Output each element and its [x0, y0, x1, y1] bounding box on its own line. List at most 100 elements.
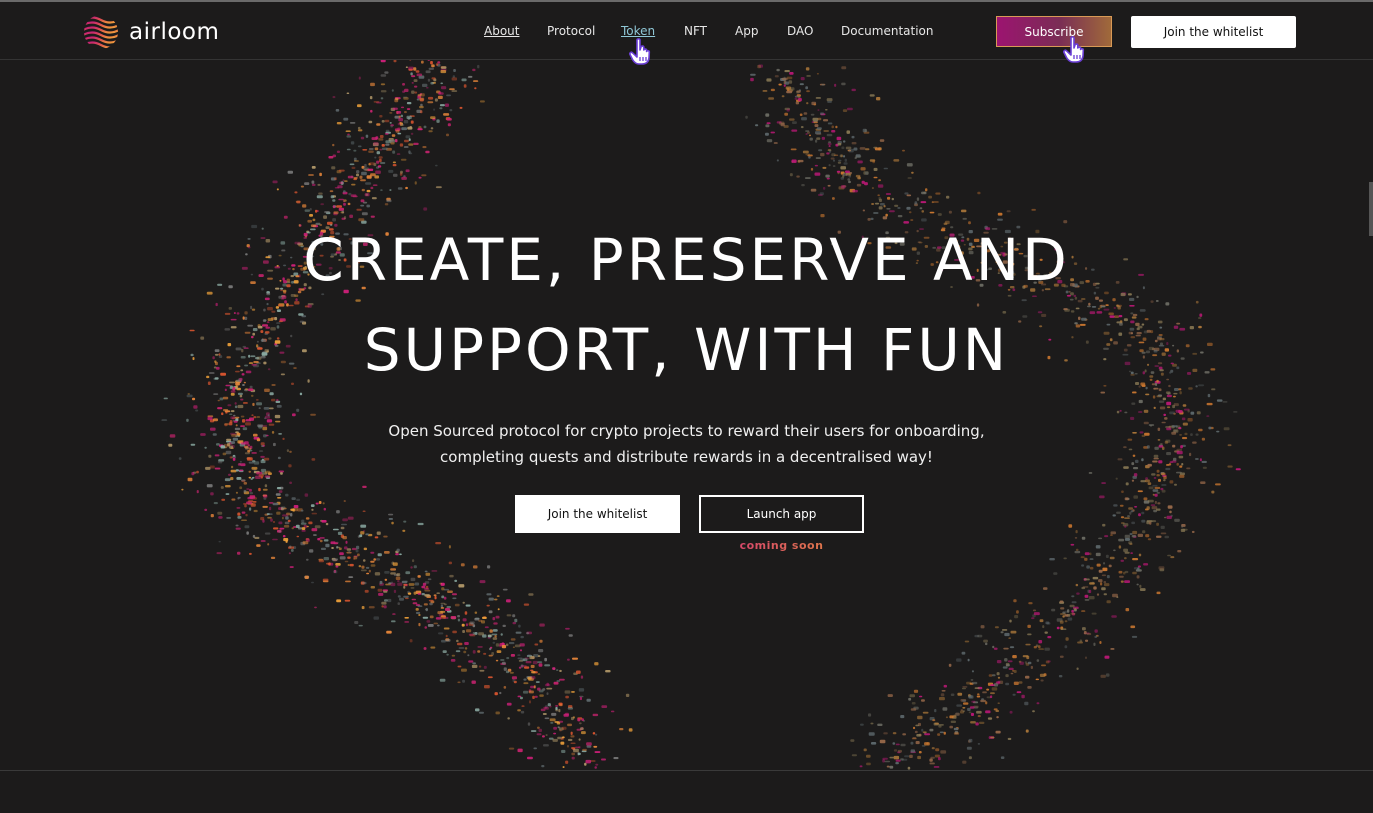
background-particle — [433, 622, 438, 625]
background-particle — [355, 299, 361, 302]
background-particle — [1163, 475, 1167, 480]
background-particle — [1131, 535, 1137, 538]
background-particle — [393, 589, 397, 593]
background-particle — [417, 605, 423, 607]
launch-app-button[interactable]: Launch app — [699, 495, 864, 533]
background-particle — [296, 408, 300, 412]
background-particle — [415, 608, 419, 611]
background-particle — [1150, 504, 1156, 507]
background-particle — [765, 113, 770, 117]
background-particle — [484, 685, 490, 689]
header-join-whitelist-button[interactable]: Join the whitelist — [1131, 16, 1296, 48]
background-particle — [1085, 656, 1087, 659]
background-particle — [1141, 384, 1146, 387]
nav-documentation[interactable]: Documentation — [841, 24, 934, 38]
nav-app[interactable]: App — [735, 24, 758, 38]
background-particle — [505, 670, 510, 674]
background-particle — [320, 203, 324, 206]
background-particle — [928, 195, 932, 199]
background-particle — [243, 482, 247, 485]
background-particle — [1170, 556, 1175, 559]
background-particle — [404, 139, 409, 143]
background-particle — [1094, 635, 1098, 638]
background-particle — [307, 304, 312, 308]
background-particle — [413, 67, 417, 71]
background-particle — [1095, 552, 1101, 557]
logo[interactable]: airloom — [83, 14, 219, 50]
background-particle — [1116, 304, 1122, 307]
nav-nft[interactable]: NFT — [684, 24, 707, 38]
background-particle — [573, 748, 579, 753]
background-particle — [1096, 311, 1103, 314]
background-particle — [290, 513, 293, 517]
background-particle — [388, 518, 393, 520]
background-particle — [323, 507, 326, 511]
background-particle — [240, 398, 244, 401]
background-particle — [577, 752, 581, 755]
background-particle — [358, 624, 363, 627]
background-particle — [843, 140, 846, 143]
background-particle — [997, 212, 1003, 216]
subscribe-button[interactable]: Subscribe — [996, 16, 1112, 47]
background-particle — [381, 605, 384, 608]
background-particle — [1158, 478, 1161, 482]
background-particle — [396, 573, 401, 577]
background-particle — [846, 130, 850, 134]
background-particle — [478, 632, 484, 636]
background-particle — [396, 111, 401, 115]
background-particle — [556, 669, 559, 671]
background-particle — [544, 717, 550, 720]
background-particle — [268, 513, 273, 515]
background-particle — [1166, 401, 1172, 406]
background-particle — [283, 215, 288, 219]
background-particle — [962, 707, 966, 709]
background-particle — [276, 309, 281, 312]
background-particle — [1089, 311, 1096, 315]
background-particle — [397, 595, 401, 598]
hero-join-whitelist-button[interactable]: Join the whitelist — [515, 495, 680, 533]
background-particle — [910, 219, 914, 221]
background-particle — [873, 167, 878, 171]
background-particle — [1007, 660, 1013, 663]
background-particle — [1049, 558, 1055, 561]
background-particle — [995, 730, 1001, 734]
background-particle — [400, 158, 407, 161]
background-particle — [362, 149, 368, 151]
background-particle — [1156, 591, 1161, 595]
background-particle — [458, 584, 465, 588]
background-particle — [937, 213, 942, 216]
background-particle — [1014, 615, 1019, 619]
background-particle — [544, 657, 547, 662]
background-particle — [1130, 552, 1133, 554]
background-particle — [336, 510, 340, 514]
nav-dao[interactable]: DAO — [787, 24, 813, 38]
background-particle — [482, 616, 487, 619]
background-particle — [473, 80, 479, 82]
background-particle — [1004, 658, 1008, 662]
background-particle — [289, 481, 292, 484]
background-particle — [1082, 586, 1089, 588]
background-particle — [1136, 575, 1140, 579]
background-particle — [264, 532, 271, 535]
background-particle — [474, 632, 478, 635]
background-particle — [962, 699, 966, 702]
background-particle — [1131, 402, 1136, 405]
background-particle — [446, 118, 452, 121]
background-particle — [380, 83, 386, 86]
background-particle — [1032, 609, 1037, 612]
background-particle — [870, 722, 874, 725]
scrollbar-handle[interactable] — [1369, 182, 1373, 236]
background-particle — [325, 522, 329, 526]
background-particle — [370, 564, 376, 567]
nav-token[interactable]: Token — [621, 24, 655, 38]
background-particle — [357, 126, 361, 130]
background-particle — [943, 731, 946, 735]
background-particle — [911, 171, 914, 174]
background-particle — [304, 209, 310, 212]
nav-about[interactable]: About — [484, 24, 519, 38]
background-particle — [446, 653, 449, 656]
background-particle — [276, 188, 279, 191]
background-particle — [1040, 679, 1044, 682]
background-particle — [235, 527, 241, 530]
nav-protocol[interactable]: Protocol — [547, 24, 595, 38]
